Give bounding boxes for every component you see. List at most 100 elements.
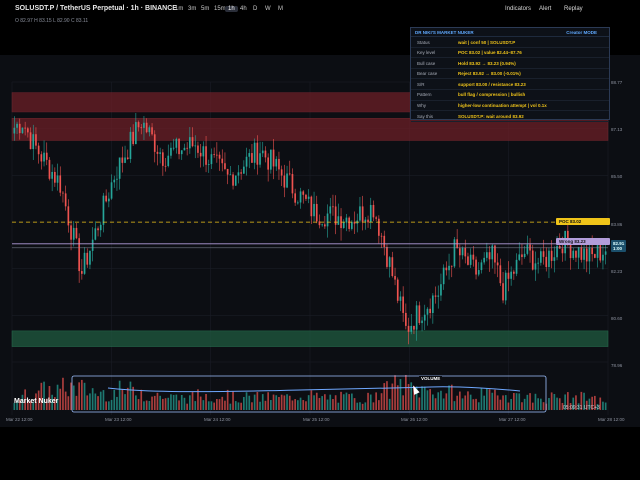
- candle-body: [291, 174, 294, 194]
- panel-value: SOLUSDT.P: wait around 83.92: [458, 113, 524, 119]
- volume-bar: [97, 396, 99, 410]
- candle-body: [432, 295, 434, 314]
- volume-bar: [162, 398, 164, 410]
- volume-bar: [113, 389, 116, 410]
- volume-bar: [367, 392, 369, 410]
- candle-body: [148, 127, 151, 133]
- timeframe-1h[interactable]: 1h: [225, 6, 238, 12]
- panel-value: higher-low continuation attempt | vol 0.…: [458, 103, 547, 109]
- candle-body: [332, 206, 334, 208]
- candle-body: [164, 165, 167, 167]
- volume-bar: [550, 392, 553, 410]
- utc-clock[interactable]: 05:09:31 UTC+3: [563, 405, 600, 411]
- y-tick-label: 87.13: [611, 127, 623, 132]
- ohlc-legend: O 82.97 H 83.15 L 82.90 C 83.11: [15, 18, 89, 24]
- volume-bar: [369, 394, 372, 410]
- volume-bar: [518, 393, 521, 410]
- candle-body: [189, 137, 191, 149]
- timeframe-day[interactable]: D: [253, 6, 257, 12]
- panel-row-pattern: Pattern bull flag / compression | bullish: [411, 90, 609, 101]
- timeframe-1m[interactable]: 1m: [175, 6, 183, 12]
- candle-body: [599, 245, 602, 261]
- candle-body: [359, 206, 361, 221]
- volume-bar: [164, 398, 167, 410]
- candle-body: [445, 267, 448, 271]
- candle-body: [240, 172, 242, 174]
- panel-row-sr: S/R support 83.00 / resistance 83.23: [411, 79, 609, 90]
- candle-body: [475, 259, 477, 275]
- volume-bar: [180, 394, 183, 410]
- volume-bar: [329, 394, 332, 410]
- candle-body: [588, 247, 591, 262]
- candle-body: [448, 265, 450, 271]
- replay-button[interactable]: Replay: [564, 6, 583, 12]
- timeframe-15m[interactable]: 15m: [214, 6, 226, 12]
- candle-body: [283, 175, 286, 188]
- panel-value: Hold 83.92 → 83.23 (0.94%): [458, 60, 516, 66]
- timeframe-5m[interactable]: 5m: [201, 6, 209, 12]
- candle-body: [429, 308, 431, 314]
- candle-body: [288, 173, 291, 175]
- candle-body: [299, 191, 302, 203]
- alert-button[interactable]: Alert: [539, 6, 551, 12]
- candle-body: [407, 325, 410, 332]
- candle-body: [602, 254, 604, 261]
- candle-body: [405, 312, 407, 326]
- panel-mode[interactable]: Creator MODE: [566, 30, 597, 35]
- volume-bar: [491, 392, 494, 410]
- volume-bar: [264, 400, 267, 410]
- volume-bar: [302, 400, 305, 410]
- candle-body: [21, 127, 24, 134]
- last-price-tag: 82.91 1:00: [611, 240, 627, 252]
- volume-bar: [340, 391, 342, 410]
- volume-bar: [507, 402, 510, 410]
- candle-body: [91, 239, 94, 251]
- volume-bar: [72, 385, 75, 410]
- candle-body: [207, 164, 210, 165]
- panel-row-why: Why higher-low continuation attempt | vol…: [411, 101, 609, 112]
- volume-bar: [240, 402, 242, 410]
- volume-bar: [310, 390, 313, 410]
- candle-body: [472, 254, 475, 260]
- candle-body: [18, 123, 21, 134]
- symbol-title[interactable]: SOLUSDT.P / TetherUS Perpetual · 1h · BI…: [15, 5, 177, 12]
- panel-row-bear-case: Bear case Reject 83.92 → 83.00 (-0.01%): [411, 69, 609, 80]
- candle-body: [585, 248, 588, 262]
- candle-body: [499, 265, 502, 284]
- candle-body: [531, 250, 534, 270]
- demand-zone: [11, 330, 609, 347]
- candle-body: [548, 250, 550, 267]
- volume-bar: [194, 401, 197, 410]
- volume-bar: [488, 389, 491, 410]
- candle-body: [213, 154, 215, 156]
- volume-bar: [321, 396, 323, 410]
- timeframe-month[interactable]: M: [278, 6, 283, 12]
- panel-key: S/R: [417, 81, 425, 87]
- volume-bar: [270, 400, 272, 410]
- volume-bar: [442, 398, 445, 410]
- volume-bar: [348, 394, 350, 410]
- candle-body: [442, 267, 445, 285]
- candle-body: [367, 219, 369, 223]
- candle-body: [267, 157, 269, 170]
- candle-body: [477, 270, 480, 275]
- volume-bar: [43, 381, 45, 410]
- y-tick-label: 78.96: [611, 363, 623, 368]
- timeframe-3m[interactable]: 3m: [188, 6, 196, 12]
- candle-body: [418, 305, 421, 324]
- volume-bar: [62, 377, 64, 410]
- volume-bar: [199, 396, 202, 410]
- x-tick-label: Mar 25 12:00: [303, 417, 330, 422]
- candle-body: [483, 257, 485, 263]
- volume-bar: [486, 388, 488, 410]
- candle-body: [486, 252, 488, 258]
- indicators-button[interactable]: Indicators: [505, 6, 531, 12]
- panel-header: DR NIKI'S MARKET NUKER Creator MODE: [411, 28, 609, 37]
- candle-body: [83, 252, 86, 274]
- timeframe-4h[interactable]: 4h: [240, 6, 247, 12]
- volume-bar: [494, 389, 496, 410]
- volume-bar: [353, 398, 356, 410]
- timeframe-week[interactable]: W: [265, 6, 271, 12]
- candle-body: [553, 257, 556, 261]
- candle-body: [116, 178, 118, 180]
